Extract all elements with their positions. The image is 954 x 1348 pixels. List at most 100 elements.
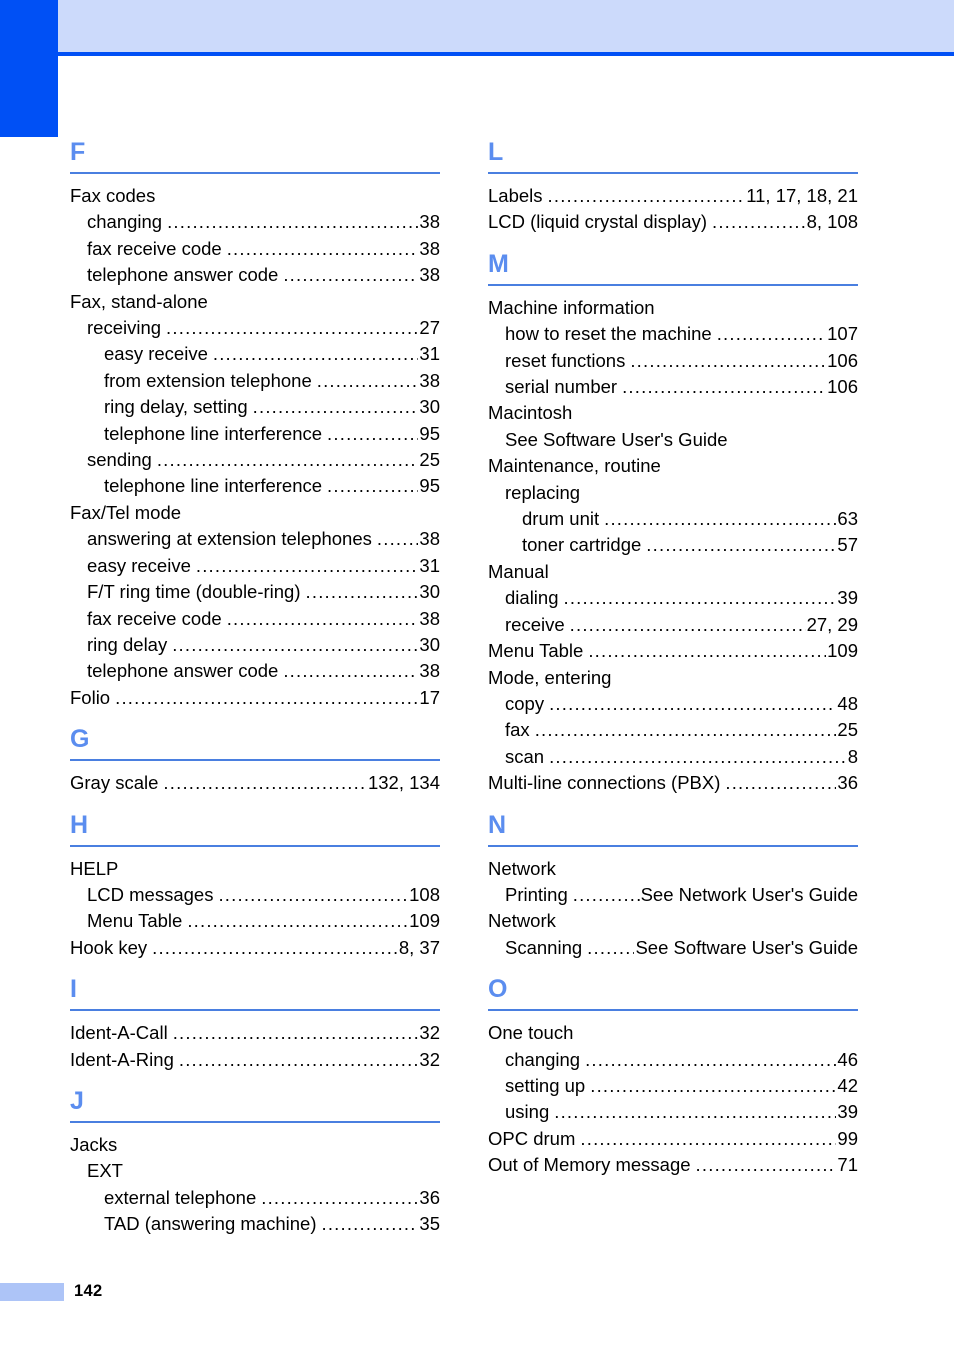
index-entry: from extension telephone................… [70, 368, 440, 394]
index-entry-term: Network [488, 857, 556, 879]
index-entry-term: Macintosh [488, 402, 573, 424]
dot-leader: ........................................… [622, 376, 826, 398]
index-section: O One touch changing......................… [488, 961, 858, 1178]
index-section: M Machine information how to reset the mac… [488, 236, 858, 797]
index-entry: how to reset the machine................… [488, 321, 858, 347]
index-section: L Labels.................................… [488, 140, 858, 236]
index-entry-term: Printing [505, 883, 568, 905]
index-entry-pages: 17 [419, 686, 440, 708]
index-entry: One touch [488, 1020, 858, 1046]
section-letter: I [70, 975, 78, 1004]
dot-leader: ........................................… [587, 936, 634, 958]
index-entry-pages: 39 [837, 587, 858, 609]
index-entry-term: drum unit [522, 508, 600, 530]
index-entry-pages: See Software User's Guide [635, 936, 858, 958]
index-entry: Multi-line connections (PBX)............… [488, 770, 858, 796]
index-column: L Labels.................................… [488, 140, 858, 1238]
index-entry-pages: 38 [419, 528, 440, 550]
index-entry-term: replacing [505, 481, 581, 503]
dot-leader: ........................................… [547, 185, 746, 206]
index-entry-term: telephone answer code [87, 660, 279, 682]
header-rule [58, 52, 954, 56]
index-entry-pages: 25 [419, 449, 440, 471]
dot-leader: ........................................… [167, 211, 418, 233]
index-entry-pages: 38 [419, 211, 440, 233]
dot-leader: ........................................… [261, 1186, 418, 1208]
index-entry-term: serial number [505, 376, 618, 398]
index-entry-term: telephone answer code [87, 264, 279, 286]
index-entry-term: scan [505, 745, 545, 767]
index-entry-term: Multi-line connections (PBX) [488, 772, 721, 794]
index-section: H HELP LCD messages.......................… [70, 797, 440, 962]
index-entry: See Software User's Guide [488, 427, 858, 453]
index-entry-pages: 30 [419, 633, 440, 655]
dot-leader: ........................................… [588, 640, 826, 662]
index-entry-term: F/T ring time (double-ring) [87, 581, 301, 603]
index-entry: answering at extension telephones.......… [70, 526, 440, 552]
index-entry: Mode, entering [488, 665, 858, 691]
dot-leader: ........................................… [321, 1213, 418, 1235]
dot-leader: ........................................… [725, 772, 836, 794]
dot-leader: ........................................… [163, 772, 367, 794]
index-entry: OPC drum................................… [488, 1126, 858, 1152]
dot-leader: ........................................… [152, 936, 398, 958]
dot-leader: ........................................… [646, 534, 837, 556]
index-entry-pages: 95 [419, 475, 440, 497]
dot-leader: ........................................… [716, 323, 826, 345]
index-entry: setting up..............................… [488, 1073, 858, 1099]
index-entry-pages: 30 [419, 396, 440, 418]
index-entry-pages: 27, 29 [806, 613, 858, 635]
section-letter: H [70, 810, 89, 839]
section-rule [70, 1120, 440, 1123]
section-rule [488, 283, 858, 286]
index-entry-pages: 42 [837, 1074, 858, 1096]
index-entry: Ident-A-Ring............................… [70, 1047, 440, 1073]
index-entry-pages: 71 [837, 1154, 858, 1176]
dot-leader: ........................................… [630, 349, 826, 371]
index-entry-term: answering at extension telephones [87, 528, 372, 550]
index-entry-term: fax receive code [87, 237, 222, 259]
section-rule [70, 759, 440, 762]
index-entry: external telephone......................… [70, 1185, 440, 1211]
dot-leader: ........................................… [305, 581, 419, 603]
index-entry: using...................................… [488, 1099, 858, 1125]
index-section: I Ident-A-Call...........................… [70, 961, 440, 1073]
index-entry: Fax codes [70, 183, 440, 209]
index-entry-pages: 106 [827, 376, 858, 398]
index-entry-pages: 38 [419, 237, 440, 259]
index-entry: EXT [70, 1158, 440, 1184]
index-entry-term: Fax, stand-alone [70, 290, 208, 312]
index-entry: Printing................................… [488, 882, 858, 908]
section-letter: J [70, 1086, 85, 1115]
index-entry-term: Maintenance, routine [488, 455, 661, 477]
index-entry-term: dialing [505, 587, 559, 609]
index-entry-term: EXT [87, 1160, 123, 1182]
index-section: J Jacks EXT external telephone.............… [70, 1073, 440, 1238]
index-entry-pages: 36 [419, 1186, 440, 1208]
index-entry-pages: 8, 108 [806, 211, 858, 233]
section-letter: O [488, 975, 508, 1004]
section-rule [488, 1009, 858, 1012]
dot-leader: ........................................… [156, 449, 419, 471]
index-entry: telephone answer code...................… [70, 658, 440, 684]
dot-leader: ........................................… [226, 237, 419, 259]
index-entry: receiving...............................… [70, 315, 440, 341]
index-entry: F/T ring time (double-ring).............… [70, 579, 440, 605]
index-entry-term: Fax codes [70, 185, 156, 206]
index-entry: easy receive............................… [70, 553, 440, 579]
dot-leader: ........................................… [711, 211, 806, 233]
index-entry: Jacks [70, 1132, 440, 1158]
index-entry-term: fax [505, 719, 530, 741]
index-entry-term: Menu Table [488, 640, 584, 662]
dot-leader: ........................................… [252, 396, 419, 418]
section-rule [70, 844, 440, 847]
index-entry-pages: 63 [837, 508, 858, 530]
index-entry-pages: 132, 134 [367, 772, 440, 794]
footer-swatch [0, 1283, 64, 1301]
index-entry-pages: 99 [837, 1127, 858, 1149]
index-entry-pages: 109 [409, 910, 440, 932]
index-entry-term: See Software User's Guide [505, 428, 728, 450]
index-entry-term: Machine information [488, 296, 655, 318]
index-entry: fax receive code........................… [70, 236, 440, 262]
index-entry-term: LCD (liquid crystal display) [488, 211, 707, 233]
